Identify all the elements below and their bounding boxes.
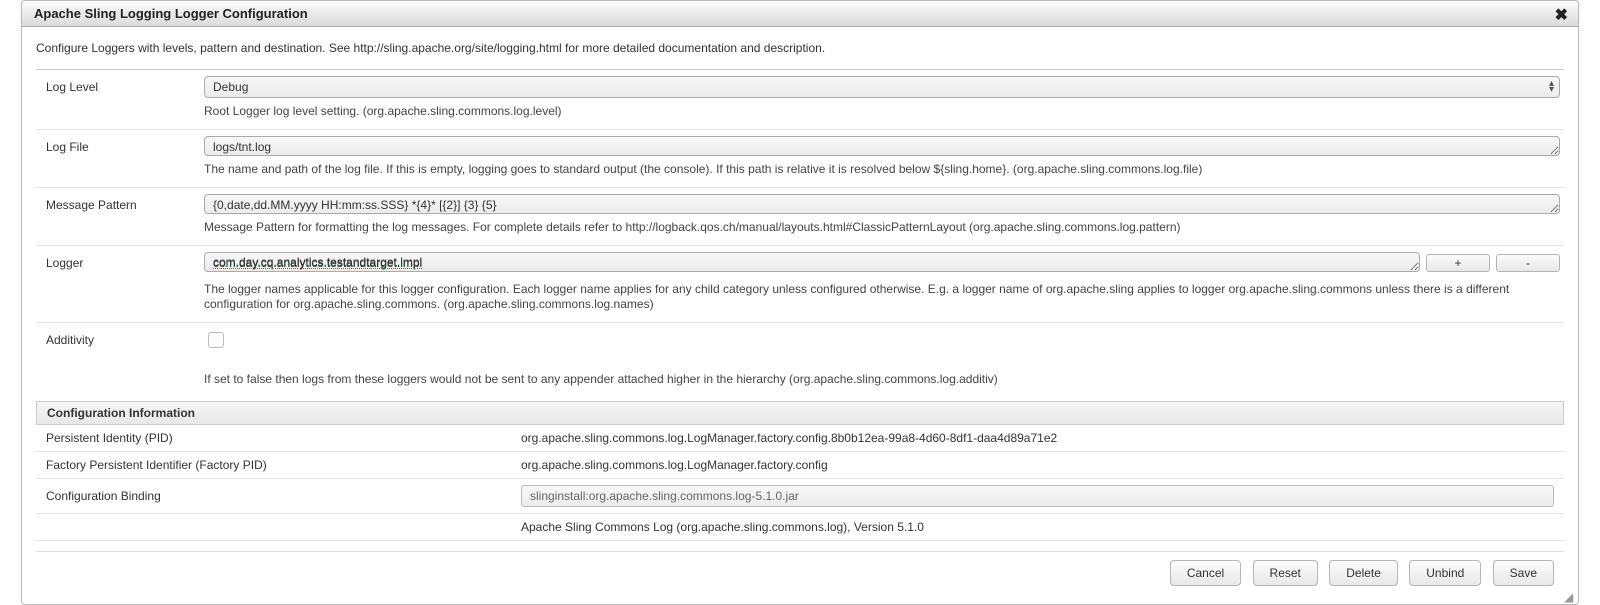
- value-pid: org.apache.sling.commons.log.LogManager.…: [511, 425, 1564, 452]
- row-message-pattern: Message Pattern Message Pattern for form…: [36, 188, 1564, 246]
- row-log-file: Log File The name and path of the log fi…: [36, 130, 1564, 188]
- help-log-file: The name and path of the log file. If th…: [204, 162, 1560, 177]
- row-logger: Logger com.day.cq.analytics.testandtarge…: [36, 246, 1564, 323]
- row-additivity: Additivity If set to false then logs fro…: [36, 323, 1564, 398]
- label-log-level: Log Level: [36, 70, 200, 130]
- dialog-description: Configure Loggers with levels, pattern a…: [36, 41, 1564, 55]
- dialog-body: Configure Loggers with levels, pattern a…: [22, 27, 1578, 604]
- unbind-button[interactable]: Unbind: [1409, 560, 1481, 586]
- save-button[interactable]: Save: [1493, 560, 1554, 586]
- log-file-input[interactable]: [204, 136, 1560, 156]
- log-level-select[interactable]: Debug: [204, 76, 1560, 98]
- label-additivity: Additivity: [36, 323, 200, 398]
- dialog-title: Apache Sling Logging Logger Configuratio…: [34, 6, 308, 21]
- logger-remove-button[interactable]: -: [1496, 254, 1560, 272]
- config-info-header: Configuration Information: [36, 401, 1564, 425]
- config-dialog: Apache Sling Logging Logger Configuratio…: [21, 0, 1579, 605]
- label-logger: Logger: [36, 246, 200, 323]
- additivity-checkbox[interactable]: [208, 332, 224, 348]
- label-log-file: Log File: [36, 130, 200, 188]
- help-log-level: Root Logger log level setting. (org.apac…: [204, 104, 1560, 119]
- row-log-level: Log Level Debug ▴▾ Root Logger log level…: [36, 70, 1564, 130]
- row-binding: Configuration Binding slinginstall:org.a…: [36, 479, 1564, 514]
- label-factory-pid: Factory Persistent Identifier (Factory P…: [36, 452, 511, 479]
- label-message-pattern: Message Pattern: [36, 188, 200, 246]
- properties-table: Log Level Debug ▴▾ Root Logger log level…: [36, 69, 1564, 397]
- value-bundle-info: Apache Sling Commons Log (org.apache.sli…: [511, 514, 1564, 541]
- config-info-table: Persistent Identity (PID) org.apache.sli…: [36, 425, 1564, 541]
- label-binding: Configuration Binding: [36, 479, 511, 514]
- dialog-header: Apache Sling Logging Logger Configuratio…: [22, 1, 1578, 27]
- row-bundle-info: Apache Sling Commons Log (org.apache.sli…: [36, 514, 1564, 541]
- logger-add-button[interactable]: +: [1426, 254, 1490, 272]
- label-bundle-info-empty: [36, 514, 511, 541]
- cancel-button[interactable]: Cancel: [1170, 560, 1241, 586]
- row-factory-pid: Factory Persistent Identifier (Factory P…: [36, 452, 1564, 479]
- help-additivity: If set to false then logs from these log…: [204, 372, 1560, 387]
- row-pid: Persistent Identity (PID) org.apache.sli…: [36, 425, 1564, 452]
- delete-button[interactable]: Delete: [1329, 560, 1398, 586]
- message-pattern-input[interactable]: [204, 194, 1560, 214]
- logger-input[interactable]: [204, 252, 1420, 272]
- value-binding: slinginstall:org.apache.sling.commons.lo…: [521, 485, 1554, 507]
- help-logger: The logger names applicable for this log…: [204, 282, 1560, 312]
- help-message-pattern: Message Pattern for formatting the log m…: [204, 220, 1560, 235]
- value-factory-pid: org.apache.sling.commons.log.LogManager.…: [511, 452, 1564, 479]
- reset-button[interactable]: Reset: [1253, 560, 1318, 586]
- label-pid: Persistent Identity (PID): [36, 425, 511, 452]
- close-icon[interactable]: ✖: [1555, 5, 1568, 25]
- button-bar: Cancel Reset Delete Unbind Save: [36, 551, 1564, 596]
